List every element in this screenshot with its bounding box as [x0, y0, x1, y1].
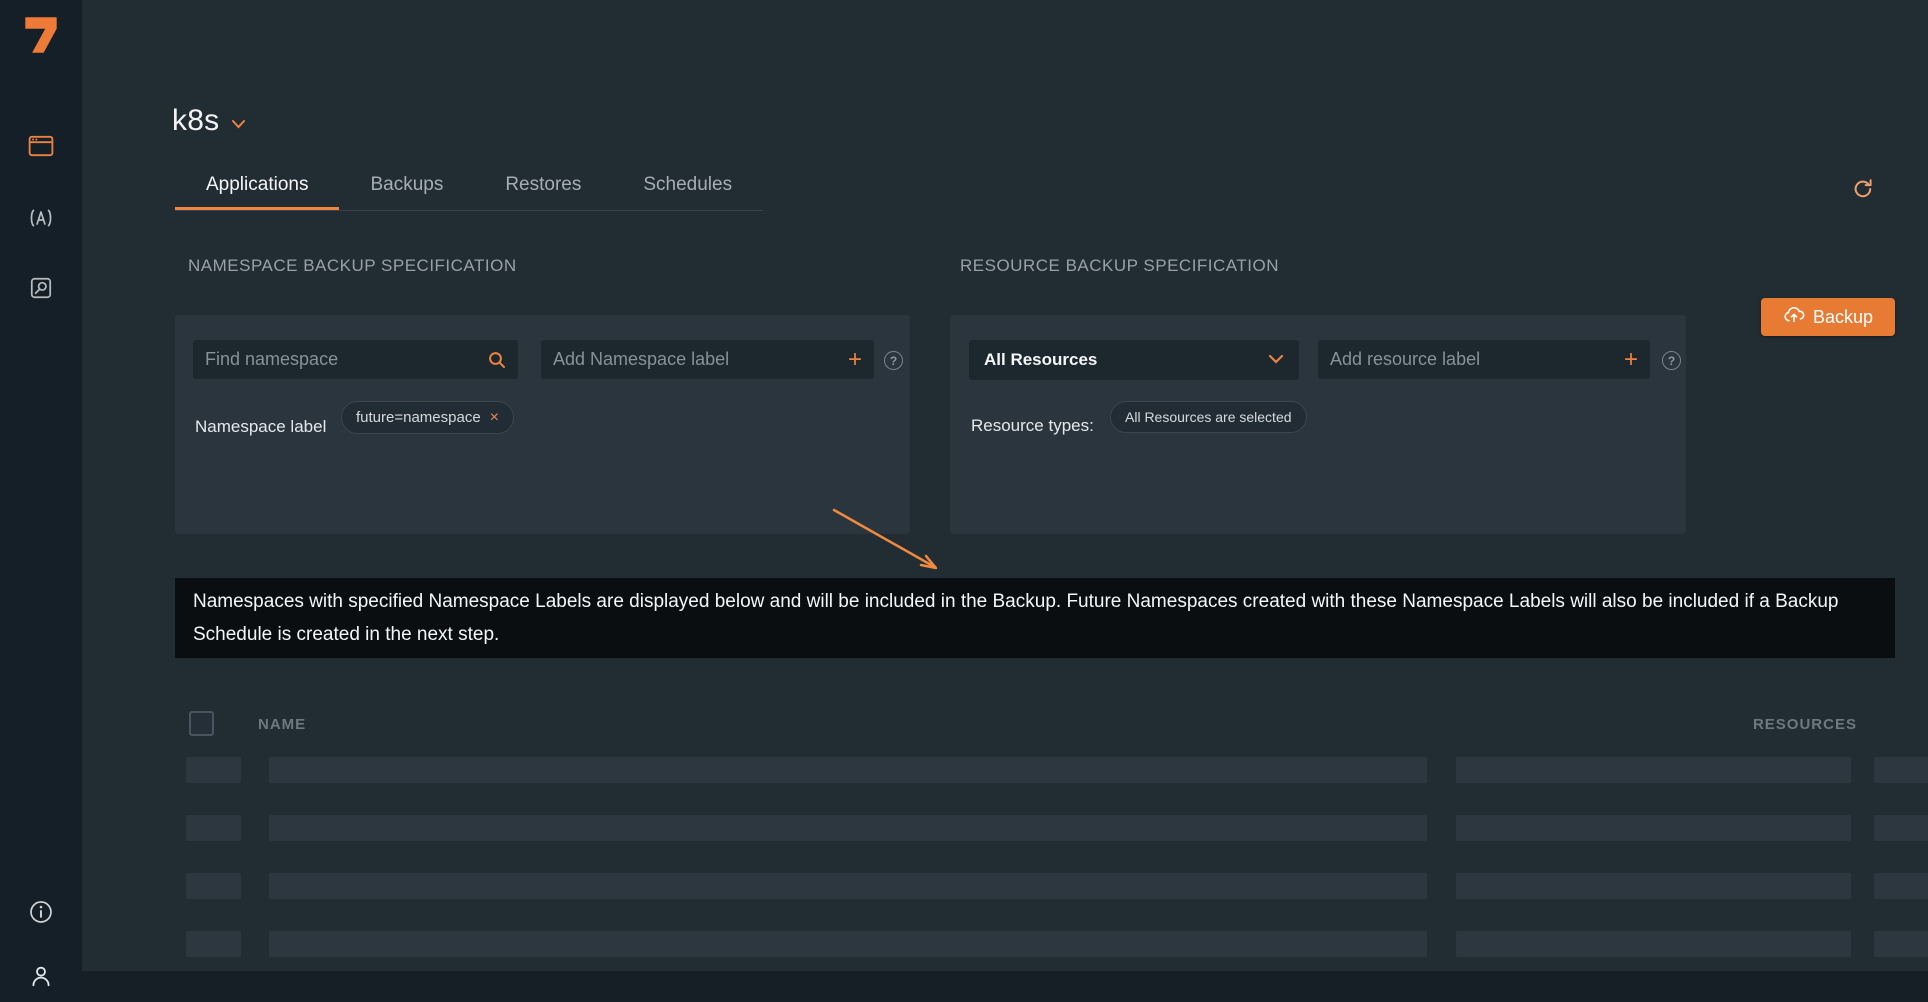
chevron-down-icon[interactable] [231, 119, 246, 129]
broadcast-icon [28, 206, 54, 230]
row-resources-skeleton [1456, 815, 1851, 841]
tab-bar: Applications Backups Restores Schedules [175, 163, 763, 211]
resource-types-caption: Resource types: [971, 416, 1094, 436]
search-icon [480, 351, 506, 369]
row-extra-skeleton [1874, 815, 1928, 841]
row-extra-skeleton [1874, 757, 1928, 783]
remove-chip-icon[interactable] [490, 410, 499, 426]
resource-spec-panel: All Resources Resource types: All Resour… [950, 315, 1686, 534]
table-row [0, 757, 1928, 783]
sidebar-item-applications[interactable] [0, 124, 82, 168]
row-name-skeleton [269, 931, 1427, 957]
cloud-backup-icon [1783, 306, 1805, 328]
extract-icon [28, 275, 54, 301]
tab-backups[interactable]: Backups [339, 163, 474, 210]
refresh-icon[interactable] [1850, 177, 1876, 203]
find-namespace-input[interactable] [205, 349, 480, 370]
row-extra-skeleton [1874, 873, 1928, 899]
row-resources-skeleton [1456, 931, 1851, 957]
row-checkbox-skeleton [186, 757, 241, 783]
namespace-spec-heading: NAMESPACE BACKUP SPECIFICATION [188, 256, 517, 276]
namespace-spec-panel: Namespace label future=namespace [175, 315, 910, 534]
backup-button-label: Backup [1813, 307, 1873, 328]
add-resource-label-field [1318, 340, 1650, 379]
resource-types-chip: All Resources are selected [1110, 401, 1307, 433]
app-window: k8s Applications Backups Restores Schedu… [0, 0, 1928, 1002]
namespace-label-chip: future=namespace [341, 401, 514, 434]
kasten-logo-icon [20, 12, 62, 58]
skeleton-rows [0, 757, 1928, 989]
add-resource-label-input[interactable] [1330, 349, 1616, 370]
row-resources-skeleton [1456, 873, 1851, 899]
row-checkbox-skeleton [186, 873, 241, 899]
selected-resource-value: All Resources [984, 350, 1097, 370]
namespace-label-caption: Namespace label [195, 417, 326, 437]
help-icon[interactable] [884, 351, 903, 370]
name-column-header: NAME [258, 716, 306, 733]
row-name-skeleton [269, 873, 1427, 899]
page-title: k8s [172, 104, 219, 138]
resource-spec-heading: RESOURCE BACKUP SPECIFICATION [960, 256, 1279, 276]
applications-icon [28, 134, 54, 158]
chevron-down-icon [1268, 351, 1284, 369]
chip-label: future=namespace [356, 409, 481, 426]
resource-type-select[interactable]: All Resources [969, 340, 1299, 380]
row-name-skeleton [269, 757, 1427, 783]
kasten-logo[interactable] [20, 12, 62, 58]
row-checkbox-skeleton [186, 815, 241, 841]
plus-icon[interactable] [1616, 348, 1638, 372]
chip-label: All Resources are selected [1125, 409, 1292, 425]
sidebar-item-broadcast[interactable] [0, 196, 82, 240]
table-row [0, 873, 1928, 899]
row-resources-skeleton [1456, 757, 1851, 783]
row-extra-skeleton [1874, 931, 1928, 957]
find-namespace-field [193, 340, 518, 379]
backup-button[interactable]: Backup [1761, 298, 1895, 336]
row-name-skeleton [269, 815, 1427, 841]
add-namespace-label-field [541, 340, 874, 379]
sidebar-item-extract[interactable] [0, 266, 82, 310]
help-icon[interactable] [1662, 351, 1681, 370]
table-header: NAME RESOURCES [0, 705, 1928, 741]
table-row [0, 931, 1928, 957]
tab-restores[interactable]: Restores [474, 163, 612, 210]
page-title-row: k8s [172, 104, 246, 138]
add-namespace-label-input[interactable] [553, 349, 840, 370]
tab-applications[interactable]: Applications [175, 163, 339, 210]
banner-text: Namespaces with specified Namespace Labe… [175, 585, 1895, 651]
row-checkbox-skeleton [186, 931, 241, 957]
select-all-checkbox[interactable] [189, 711, 214, 736]
tab-schedules[interactable]: Schedules [612, 163, 763, 210]
info-banner: Namespaces with specified Namespace Labe… [175, 578, 1895, 658]
table-row [0, 815, 1928, 841]
footer-strip [82, 971, 1928, 1002]
resources-column-header: RESOURCES [1753, 716, 1857, 733]
plus-icon[interactable] [840, 348, 862, 372]
